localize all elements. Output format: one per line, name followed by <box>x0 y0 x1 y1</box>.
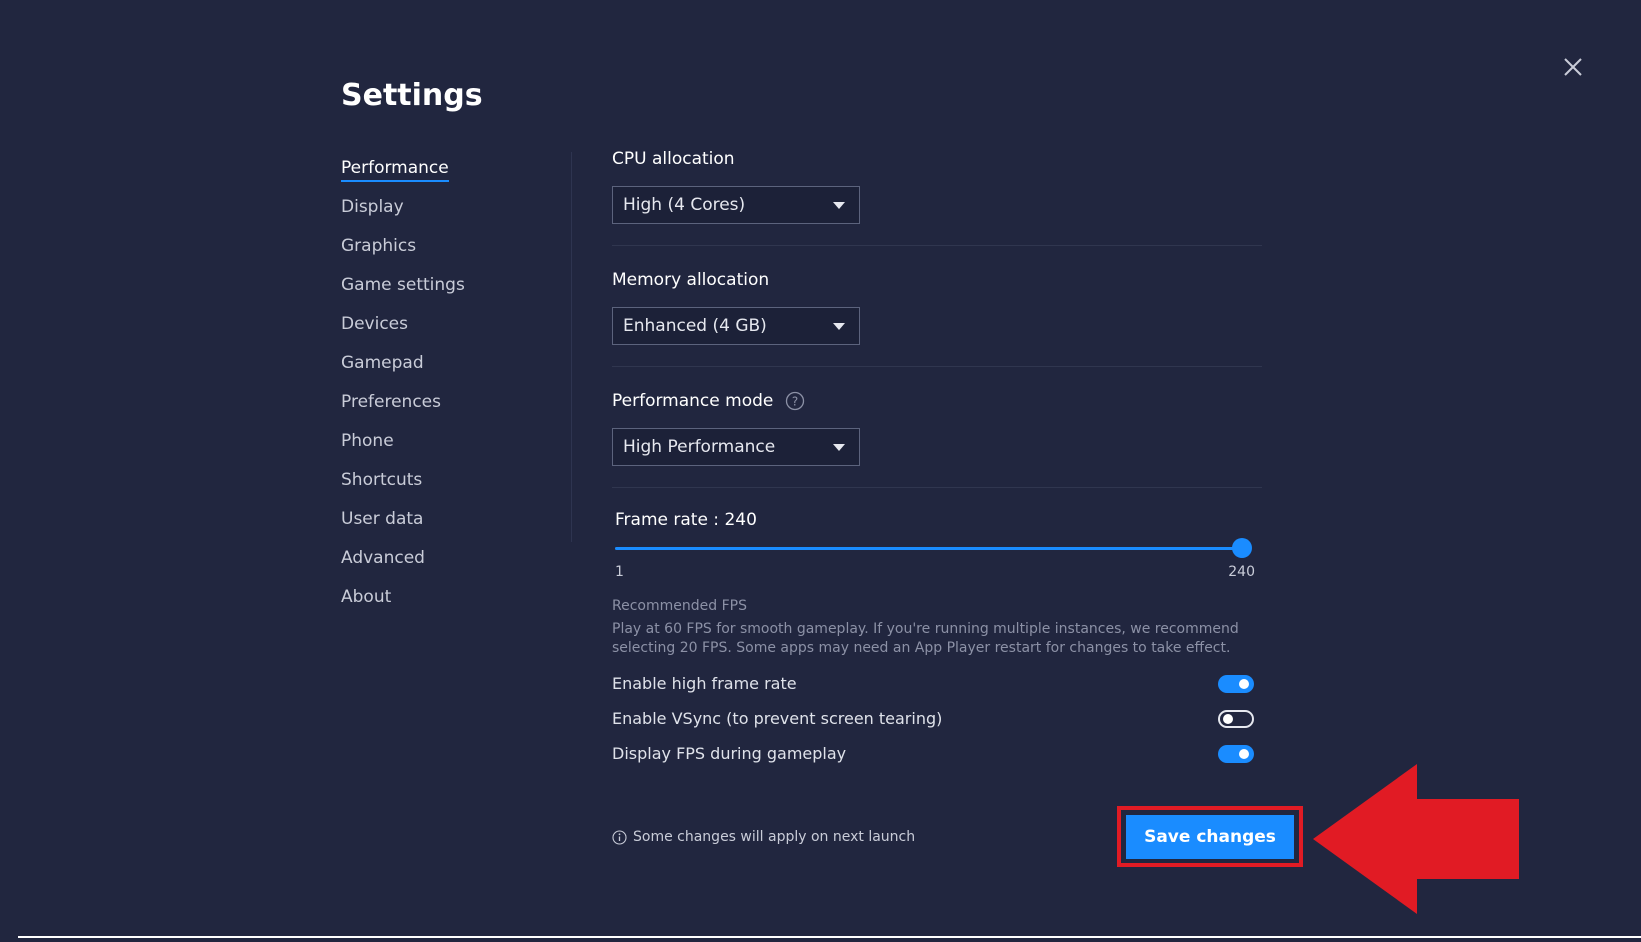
restart-note-text: Some changes will apply on next launch <box>633 829 916 845</box>
toggle-row-vsync: Enable VSync (to prevent screen tearing) <box>612 701 1254 736</box>
sidebar-item-label: Shortcuts <box>341 470 423 490</box>
sidebar-item-about[interactable]: About <box>341 583 561 622</box>
bottom-edge-line <box>18 936 1641 938</box>
display-fps-toggle[interactable] <box>1218 744 1254 763</box>
vsync-toggle[interactable] <box>1218 709 1254 728</box>
toggle-list: Enable high frame rate Enable VSync (to … <box>612 666 1262 771</box>
sidebar-item-display[interactable]: Display <box>341 193 561 232</box>
sidebar-item-label: Graphics <box>341 236 417 256</box>
sidebar-item-label: User data <box>341 509 424 529</box>
sidebar-item-label: Devices <box>341 314 408 334</box>
toggle-row-display-fps: Display FPS during gameplay <box>612 736 1254 771</box>
sidebar-item-advanced[interactable]: Advanced <box>341 544 561 583</box>
slider-thumb[interactable] <box>1232 538 1252 558</box>
cpu-section: CPU allocation High (4 Cores) <box>612 147 1262 224</box>
cpu-allocation-label: CPU allocation <box>612 149 735 169</box>
close-button[interactable] <box>1560 54 1586 80</box>
chevron-down-icon <box>833 443 845 451</box>
sidebar-item-game-settings[interactable]: Game settings <box>341 271 561 310</box>
toggle-label: Enable high frame rate <box>612 674 797 693</box>
sidebar-item-label: Display <box>341 197 404 217</box>
sidebar-item-devices[interactable]: Devices <box>341 310 561 349</box>
performance-mode-value: High Performance <box>623 437 776 457</box>
sidebar-item-preferences[interactable]: Preferences <box>341 388 561 427</box>
sidebar-item-user-data[interactable]: User data <box>341 505 561 544</box>
memory-section: Memory allocation Enhanced (4 GB) <box>612 246 1262 345</box>
memory-allocation-label: Memory allocation <box>612 270 770 290</box>
toggle-label: Enable VSync (to prevent screen tearing) <box>612 709 943 728</box>
recommended-fps-title: Recommended FPS <box>612 598 747 614</box>
cpu-allocation-select[interactable]: High (4 Cores) <box>612 186 860 224</box>
toggle-knob <box>1239 678 1249 689</box>
toggle-knob <box>1223 713 1233 724</box>
chevron-down-icon <box>833 201 845 209</box>
help-icon[interactable]: ? <box>785 391 805 411</box>
performance-mode-label: Performance mode <box>612 391 774 411</box>
frame-rate-label: Frame rate : 240 <box>615 510 757 530</box>
slider-min-label: 1 <box>615 564 624 580</box>
slider-fill <box>615 547 1242 550</box>
sidebar-item-graphics[interactable]: Graphics <box>341 232 561 271</box>
sidebar-item-label: Advanced <box>341 548 425 568</box>
page-title: Settings <box>341 78 483 113</box>
sidebar-item-label: Preferences <box>341 392 441 412</box>
memory-allocation-value: Enhanced (4 GB) <box>623 316 767 336</box>
sidebar-item-label: About <box>341 587 392 607</box>
svg-text:?: ? <box>792 395 798 409</box>
performance-mode-heading: Performance mode ? <box>612 389 1262 413</box>
performance-mode-select[interactable]: High Performance <box>612 428 860 466</box>
chevron-down-icon <box>833 322 845 330</box>
sidebar-divider <box>571 152 572 542</box>
sidebar-item-shortcuts[interactable]: Shortcuts <box>341 466 561 505</box>
performance-panel: CPU allocation High (4 Cores) Memory all… <box>612 147 1262 771</box>
recommended-fps-text: Play at 60 FPS for smooth gameplay. If y… <box>612 621 1239 656</box>
toggle-knob <box>1239 748 1249 759</box>
settings-sidebar: Performance Display Graphics Game settin… <box>341 154 561 622</box>
performance-mode-section: Performance mode ? High Performance <box>612 367 1262 466</box>
sidebar-item-phone[interactable]: Phone <box>341 427 561 466</box>
sidebar-item-label: Performance <box>341 156 449 182</box>
sidebar-item-performance[interactable]: Performance <box>341 154 561 193</box>
sidebar-item-gamepad[interactable]: Gamepad <box>341 349 561 388</box>
close-icon <box>1564 58 1582 76</box>
section-divider <box>612 487 1262 488</box>
slider-scale: 1 240 <box>615 564 1255 584</box>
memory-allocation-select[interactable]: Enhanced (4 GB) <box>612 307 860 345</box>
toggle-label: Display FPS during gameplay <box>612 744 847 763</box>
info-icon <box>612 829 627 845</box>
restart-note: Some changes will apply on next launch <box>612 829 915 845</box>
sidebar-item-label: Gamepad <box>341 353 424 373</box>
red-arrow-annotation <box>1313 764 1519 914</box>
save-button[interactable]: Save changes <box>1126 815 1294 859</box>
slider-max-label: 240 <box>1228 564 1255 580</box>
sidebar-item-label: Game settings <box>341 275 465 295</box>
sidebar-item-label: Phone <box>341 431 394 451</box>
cpu-allocation-value: High (4 Cores) <box>623 195 746 215</box>
toggle-row-high-frame-rate: Enable high frame rate <box>612 666 1254 701</box>
frame-rate-slider[interactable] <box>615 534 1252 564</box>
high-frame-rate-toggle[interactable] <box>1218 674 1254 693</box>
